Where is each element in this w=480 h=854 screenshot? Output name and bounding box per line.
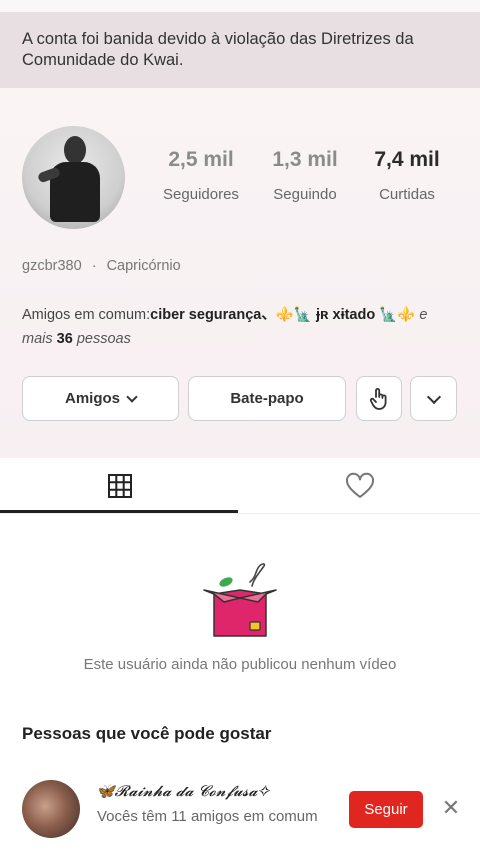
grid-icon [108, 474, 132, 498]
followers-count: 2,5 mil [168, 148, 234, 171]
ban-notice-text: A conta foi banida devido à violação das… [22, 30, 414, 69]
active-tab-indicator [0, 510, 238, 513]
tab-liked[interactable] [240, 458, 480, 514]
friends-button[interactable]: Amigos [22, 376, 179, 421]
following-count: 1,3 mil [272, 148, 338, 171]
content-tabs [0, 458, 480, 514]
avatar[interactable] [22, 126, 125, 229]
mutual-prefix: Amigos em comum: [22, 307, 151, 323]
empty-state-text: Este usuário ainda não publicou nenhum v… [83, 656, 397, 673]
tab-videos[interactable] [0, 458, 240, 514]
hand-tap-icon [369, 387, 387, 410]
likes-label: Curtidas [379, 186, 435, 203]
mutual-suffix-post: pessoas [72, 331, 131, 347]
top-strip [0, 0, 480, 12]
chevron-down-icon [426, 389, 441, 404]
meta-separator: · [91, 258, 97, 274]
friends-button-label: Amigos [64, 390, 120, 407]
suggestion-name[interactable]: 🦋𝓡𝓪𝓲𝓷𝓱𝓪 𝓭𝓪 𝓒𝓸𝓷𝓯𝓾𝓼𝓪✧ [96, 782, 269, 800]
chat-button-label: Bate-papo [230, 390, 304, 407]
followers-label: Seguidores [163, 186, 239, 203]
following-stat[interactable]: 1,3 mil Seguindo [262, 148, 348, 203]
mutual-count: 36 [56, 331, 73, 347]
following-label: Seguindo [273, 186, 337, 203]
empty-box-icon [203, 563, 277, 637]
followers-stat[interactable]: 2,5 mil Seguidores [158, 148, 244, 203]
hand-tap-button[interactable] [356, 376, 402, 421]
chat-button[interactable]: Bate-papo [188, 376, 346, 421]
chevron-down-icon [126, 390, 138, 403]
suggestions-title: Pessoas que você pode gostar [22, 724, 272, 743]
suggestion-avatar[interactable] [22, 780, 80, 838]
profile-meta: gzcbr380 · Capricórnio [22, 258, 181, 274]
mutual-names: ciber segurança、⚜️🗽 ɉʀ xɨtado 🗽⚜️ [150, 307, 416, 323]
suggestion-mutual-text: Vocês têm 11 amigos em comum [97, 808, 318, 825]
likes-stat[interactable]: 7,4 mil Curtidas [364, 148, 450, 203]
username: gzcbr380 [22, 258, 82, 274]
likes-count: 7,4 mil [374, 148, 440, 171]
zodiac-sign: Capricórnio [106, 258, 181, 274]
mutual-friends[interactable]: Amigos em comum:ciber segurança、⚜️🗽 ɉʀ x… [22, 303, 462, 351]
ban-notice-banner: A conta foi banida devido à violação das… [0, 12, 480, 88]
dismiss-suggestion-icon[interactable]: ✕ [440, 797, 462, 819]
heart-icon [345, 472, 375, 498]
follow-button[interactable]: Seguir [349, 791, 423, 828]
more-options-button[interactable] [410, 376, 457, 421]
